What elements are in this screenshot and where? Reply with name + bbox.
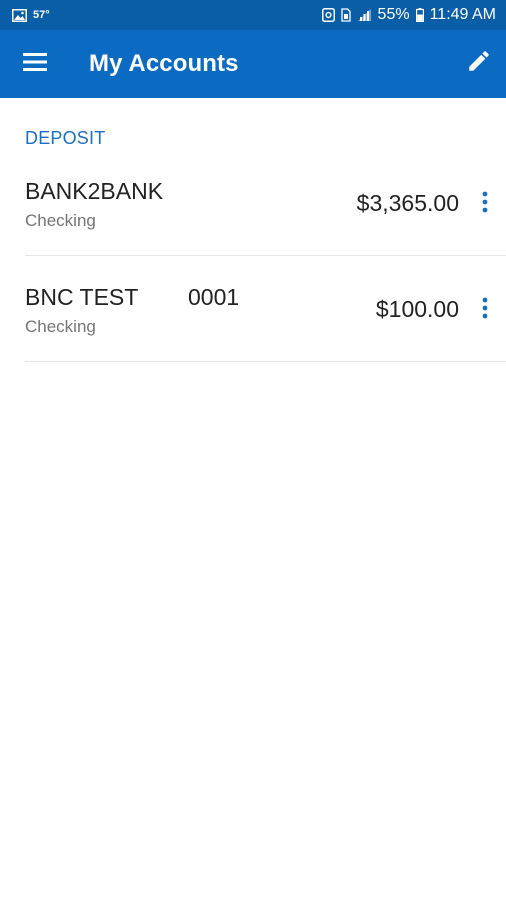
edit-button[interactable] (464, 48, 494, 78)
pencil-edit-icon (466, 48, 492, 79)
more-vertical-icon (482, 297, 488, 324)
sim-icon (340, 8, 351, 22)
account-balance: $100.00 (375, 296, 459, 322)
account-type: Checking (25, 317, 96, 336)
app-bar: My Accounts (0, 30, 506, 98)
sync-icon (321, 8, 335, 22)
battery-percent: 55% (377, 6, 410, 23)
section-header-deposit: DEPOSIT (25, 128, 106, 148)
account-balance: $3,365.00 (356, 190, 459, 216)
status-bar: 57° 55% 11:49 AM (0, 0, 506, 30)
account-type: Checking (25, 211, 96, 230)
signal-icon (357, 8, 372, 22)
status-time: 11:49 AM (429, 6, 496, 23)
hamburger-menu-button[interactable] (0, 30, 70, 98)
account-number: 0001 (188, 284, 240, 310)
more-vertical-icon (482, 191, 488, 218)
battery-icon (415, 8, 424, 22)
account-options-button[interactable] (474, 190, 496, 218)
hamburger-menu-icon (22, 52, 47, 76)
account-row[interactable]: BNC TEST 0001 Checking $100.00 (25, 256, 506, 362)
gallery-icon (12, 8, 27, 22)
status-temperature: 57° (33, 9, 50, 21)
status-right: 55% 11:49 AM (321, 6, 496, 24)
account-row[interactable]: BANK2BANK Checking $3,365.00 (25, 150, 506, 256)
account-options-button[interactable] (474, 296, 496, 324)
status-left: 57° (12, 8, 50, 22)
account-name: BANK2BANK (25, 178, 164, 204)
account-name: BNC TEST (25, 284, 139, 310)
page-title: My Accounts (89, 50, 239, 77)
